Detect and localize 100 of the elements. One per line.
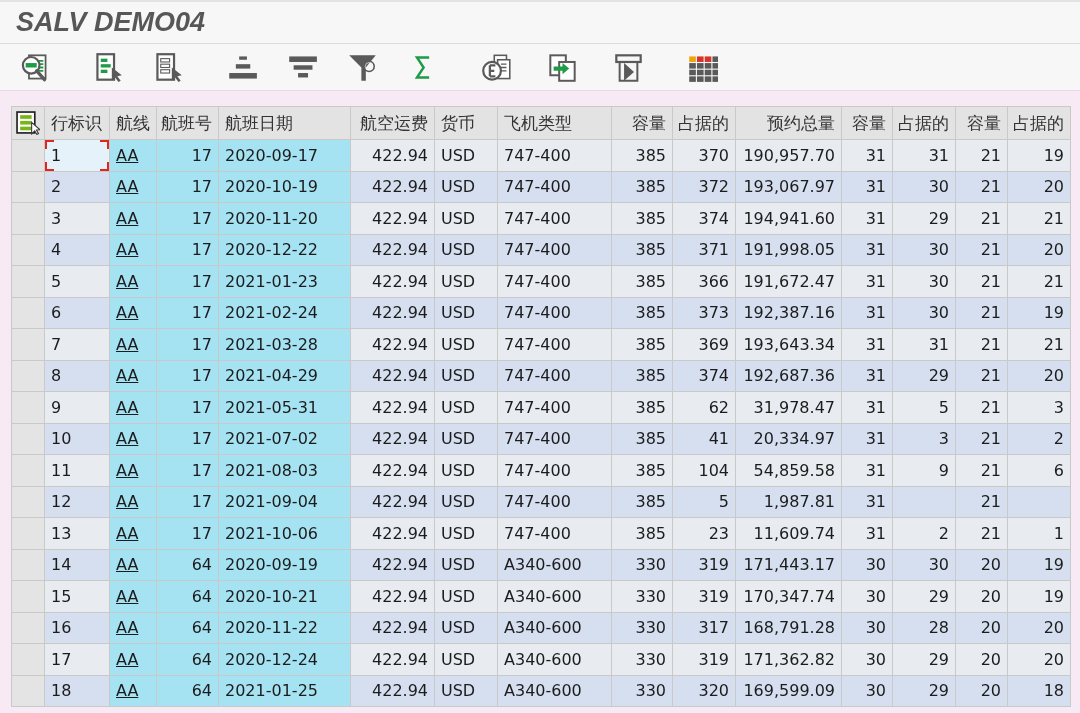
link[interactable]: AA <box>116 303 139 323</box>
table-cell: 31 <box>842 392 892 423</box>
table-cell: 3 <box>893 423 955 454</box>
column-header[interactable]: 容量 <box>842 107 892 139</box>
table-cell: 747-400 <box>498 360 611 391</box>
link[interactable]: AA <box>116 618 139 638</box>
table-cell: 30 <box>893 549 955 580</box>
row-selector[interactable] <box>12 581 44 612</box>
row-selector[interactable] <box>12 423 44 454</box>
table-cell: 191,998.05 <box>736 234 841 265</box>
table-cell <box>893 486 955 517</box>
table-cell: 17 <box>157 423 218 454</box>
table-cell: 193,643.34 <box>736 329 841 360</box>
link[interactable]: AA <box>116 334 139 354</box>
row-selector[interactable] <box>12 360 44 391</box>
column-header[interactable]: 占据的 <box>893 107 955 139</box>
link[interactable]: AA <box>116 460 139 480</box>
column-header[interactable]: 飞机类型 <box>498 107 611 139</box>
table-cell: 7 <box>45 329 109 360</box>
table-cell: 31 <box>842 329 892 360</box>
column-header[interactable]: 行标识 <box>45 107 109 139</box>
table-cell: 17 <box>157 140 218 171</box>
table-cell: 31 <box>842 203 892 234</box>
table-cell: 21 <box>1008 266 1070 297</box>
table-cell: 1 <box>45 140 109 171</box>
column-header[interactable]: 航线 <box>110 107 156 139</box>
link[interactable]: AA <box>116 681 139 701</box>
row-selector[interactable] <box>12 518 44 549</box>
table-cell: 2021-10-06 <box>219 518 350 549</box>
row-selector[interactable] <box>12 329 44 360</box>
table-cell: 2021-07-02 <box>219 423 350 454</box>
link[interactable]: AA <box>116 177 139 197</box>
table-cell: 31 <box>842 234 892 265</box>
row-selector[interactable] <box>12 549 44 580</box>
table-cell: 422.94 <box>351 549 434 580</box>
row-selector[interactable] <box>12 455 44 486</box>
select-all-button[interactable] <box>12 107 44 139</box>
link[interactable]: AA <box>116 492 139 512</box>
table-cell: 192,387.16 <box>736 297 841 328</box>
column-header[interactable]: 占据的 <box>673 107 735 139</box>
link[interactable]: AA <box>116 145 139 165</box>
table-cell: 10 <box>45 423 109 454</box>
row-selector[interactable] <box>12 171 44 202</box>
table-cell: 11 <box>45 455 109 486</box>
table-cell: USD <box>435 455 497 486</box>
row-selector[interactable] <box>12 234 44 265</box>
column-header[interactable]: 航空运费 <box>351 107 434 139</box>
column-header[interactable]: 容量 <box>956 107 1007 139</box>
table-cell: 30 <box>842 644 892 675</box>
table-cell: 21 <box>956 266 1007 297</box>
row-selector[interactable] <box>12 612 44 643</box>
table-cell: 2020-09-19 <box>219 549 350 580</box>
table-cell: 54,859.58 <box>736 455 841 486</box>
column-header[interactable]: 预约总量 <box>736 107 841 139</box>
column-header[interactable]: 航班号 <box>157 107 218 139</box>
link[interactable]: AA <box>116 523 139 543</box>
row-selector[interactable] <box>12 675 44 706</box>
table-cell: 17 <box>157 234 218 265</box>
column-header[interactable]: 货币 <box>435 107 497 139</box>
link[interactable]: AA <box>116 271 139 291</box>
row-selector[interactable] <box>12 486 44 517</box>
table-cell: A340-600 <box>498 644 611 675</box>
table-cell: 2021-02-24 <box>219 297 350 328</box>
table-cell: 422.94 <box>351 360 434 391</box>
table-cell: 13 <box>45 518 109 549</box>
table-cell: 21 <box>956 140 1007 171</box>
row-selector[interactable] <box>12 644 44 675</box>
row-selector[interactable] <box>12 203 44 234</box>
table-cell: 21 <box>956 234 1007 265</box>
link[interactable]: AA <box>116 429 139 449</box>
link[interactable]: AA <box>116 208 139 228</box>
row-selector[interactable] <box>12 297 44 328</box>
row-selector[interactable] <box>12 392 44 423</box>
link[interactable]: AA <box>116 366 139 386</box>
table-cell: 64 <box>157 612 218 643</box>
table-cell: 31 <box>842 266 892 297</box>
table-cell: 17 <box>157 297 218 328</box>
link[interactable]: AA <box>116 555 139 575</box>
table-cell: 747-400 <box>498 392 611 423</box>
table-cell: 21 <box>956 297 1007 328</box>
table-cell: 2021-05-31 <box>219 392 350 423</box>
link[interactable]: AA <box>116 240 139 260</box>
row-selector[interactable] <box>12 266 44 297</box>
column-header[interactable]: 容量 <box>612 107 672 139</box>
link[interactable]: AA <box>116 397 139 417</box>
table-cell: 31 <box>842 140 892 171</box>
column-header[interactable]: 航班日期 <box>219 107 350 139</box>
table-cell: 31 <box>842 486 892 517</box>
table-cell: 64 <box>157 549 218 580</box>
table-cell: 21 <box>956 203 1007 234</box>
table-cell: 385 <box>612 518 672 549</box>
table-cell: 422.94 <box>351 297 434 328</box>
table-cell: 20 <box>1008 234 1070 265</box>
table-cell: 16 <box>45 612 109 643</box>
table-cell: 319 <box>673 549 735 580</box>
column-header[interactable]: 占据的 <box>1008 107 1070 139</box>
table-cell: 317 <box>673 612 735 643</box>
table-cell: 171,443.17 <box>736 549 841 580</box>
link[interactable]: AA <box>116 649 139 669</box>
link[interactable]: AA <box>116 586 139 606</box>
